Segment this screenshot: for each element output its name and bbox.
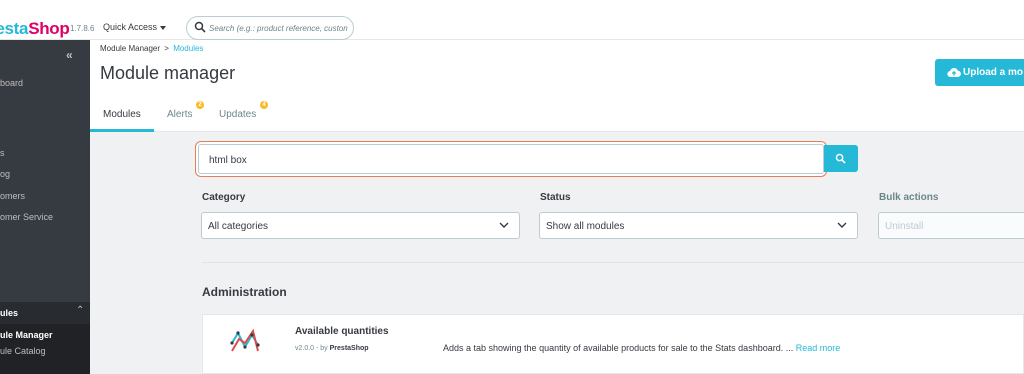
breadcrumb-separator: > (164, 44, 169, 53)
upload-module-label: Upload a mo (963, 67, 1024, 78)
sidebar-item-orders[interactable]: s (0, 148, 5, 158)
chevron-up-icon: ⌃ (76, 305, 85, 316)
module-version-text: v2.0.0 - by (295, 345, 328, 352)
updates-count-badge: 4 (260, 101, 268, 109)
cloud-upload-icon (947, 68, 961, 78)
bulk-actions-select[interactable]: Uninstall (878, 212, 1024, 239)
collapse-sidebar-icon[interactable]: « (66, 48, 73, 62)
version-label: 1.7.8.6 (70, 24, 95, 33)
section-title: Administration (202, 285, 287, 299)
search-icon (835, 153, 846, 164)
breadcrumb-parent[interactable]: Module Manager (100, 44, 160, 53)
category-label: Category (202, 192, 246, 203)
quick-access-dropdown[interactable]: Quick Access (103, 22, 167, 32)
upload-module-button[interactable]: Upload a mo (935, 59, 1024, 86)
global-search[interactable] (186, 16, 354, 40)
status-label: Status (540, 192, 571, 203)
read-more-link[interactable]: Read more (796, 343, 841, 353)
breadcrumb-current[interactable]: Modules (173, 44, 203, 53)
tab-label: Modules (103, 109, 141, 120)
sidebar-item-dashboard[interactable]: board (0, 78, 23, 88)
status-select[interactable]: Show all modules (539, 212, 858, 239)
chevron-down-icon (499, 222, 509, 228)
module-author: PrestaShop (329, 345, 369, 352)
global-search-input[interactable] (209, 21, 349, 35)
module-card[interactable]: Available quantities v2.0.0 - by PrestaS… (202, 314, 1024, 374)
sidebar: « board s og omers omer Service ules ⌃ u… (0, 40, 90, 374)
search-icon (194, 21, 206, 33)
module-search-button[interactable] (824, 145, 858, 172)
module-description-text: Adds a tab showing the quantity of avail… (443, 343, 794, 353)
sidebar-item-customers[interactable]: omers (0, 191, 25, 201)
sidebar-subitem-module-manager[interactable]: ule Manager (0, 330, 53, 340)
top-header: PrestaShop 1.7.8.6 Quick Access (0, 0, 1024, 40)
sidebar-item-label: ules (0, 308, 19, 318)
chevron-down-icon (837, 222, 847, 228)
stats-chart-icon (230, 328, 260, 352)
bulk-actions-label: Bulk actions (879, 192, 939, 203)
caret-down-icon (160, 25, 167, 30)
sidebar-submenu: ule Manager ule Catalog (0, 324, 90, 374)
logo-text-presta: Presta (0, 19, 29, 38)
breadcrumb: Module Manager > Modules (100, 44, 203, 53)
module-search-input[interactable] (209, 152, 809, 168)
tab-label: Alerts (167, 109, 193, 120)
module-name: Available quantities (295, 326, 389, 337)
category-select-value: All categories (208, 221, 269, 232)
status-select-value: Show all modules (546, 221, 625, 232)
sidebar-item-modules[interactable]: ules ⌃ (0, 302, 90, 324)
alerts-count-badge: 2 (196, 101, 204, 109)
bulk-actions-value: Uninstall (885, 221, 924, 232)
tab-modules[interactable]: Modules (90, 96, 154, 132)
category-select[interactable]: All categories (201, 212, 520, 239)
tab-label: Updates (219, 109, 257, 120)
logo-text-shop: Shop (28, 19, 70, 38)
quick-access-label: Quick Access (103, 22, 158, 32)
page-title: Module manager (100, 63, 236, 83)
module-search[interactable] (198, 144, 824, 174)
module-description: Adds a tab showing the quantity of avail… (443, 343, 840, 353)
section-divider (202, 262, 1024, 263)
sidebar-subitem-module-catalog[interactable]: ule Catalog (0, 346, 46, 356)
tab-alerts[interactable]: Alerts 2 (167, 96, 207, 132)
module-version: v2.0.0 - by PrestaShop (295, 345, 369, 352)
sidebar-item-catalog[interactable]: og (0, 169, 10, 179)
page-header: Module Manager > Modules Module manager … (90, 40, 1024, 132)
tab-updates[interactable]: Updates 4 (219, 96, 268, 132)
sidebar-item-customer-service[interactable]: omer Service (0, 212, 53, 222)
